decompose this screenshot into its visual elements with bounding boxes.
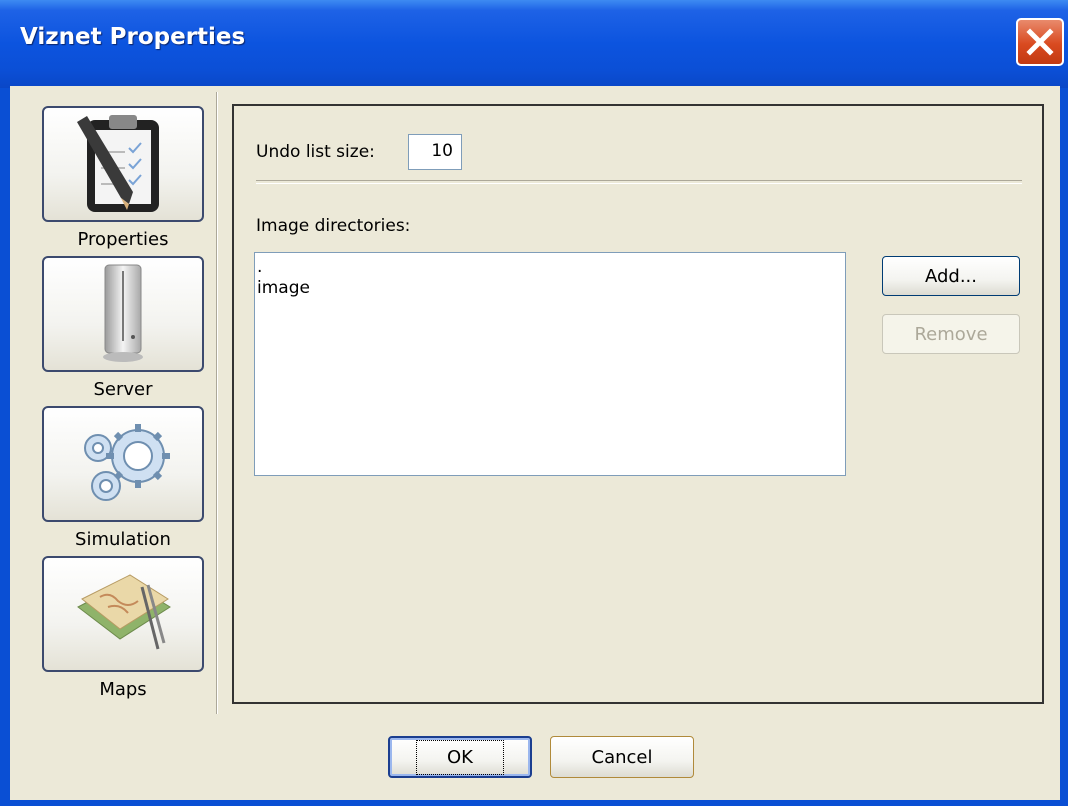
map-icon xyxy=(77,574,171,650)
server-tower-icon xyxy=(103,264,143,362)
cancel-button[interactable]: Cancel xyxy=(550,736,694,778)
close-icon xyxy=(1026,28,1054,56)
sidebar-item-server[interactable]: Server xyxy=(42,256,206,400)
image-directories-label: Image directories: xyxy=(256,216,411,236)
maps-button[interactable] xyxy=(42,556,204,672)
dialog-body: Properties Server Simulation Maps Undo l… xyxy=(10,86,1060,800)
sidebar-item-label: Maps xyxy=(99,679,147,700)
image-directories-list[interactable]: . image xyxy=(254,252,846,476)
simulation-button[interactable] xyxy=(42,406,204,522)
sidebar-item-label: Properties xyxy=(77,229,169,250)
sidebar-item-maps[interactable]: Maps xyxy=(42,556,206,700)
undo-size-label: Undo list size: xyxy=(256,142,375,162)
sidebar-item-simulation[interactable]: Simulation xyxy=(42,406,206,550)
window-title: Viznet Properties xyxy=(20,24,246,50)
ok-button[interactable]: OK xyxy=(388,736,532,778)
dialog-window: Viznet Properties Properties Server Simu… xyxy=(0,0,1068,806)
separator xyxy=(256,180,1022,184)
sidebar-divider xyxy=(216,92,218,714)
settings-panel: Undo list size: 10 Image directories: . … xyxy=(232,104,1044,704)
add-button[interactable]: Add... xyxy=(882,256,1020,296)
server-button[interactable] xyxy=(42,256,204,372)
sidebar-item-label: Server xyxy=(93,379,153,400)
undo-size-input[interactable]: 10 xyxy=(408,134,462,170)
close-button[interactable] xyxy=(1016,18,1064,66)
clipboard-pencil-icon xyxy=(77,115,159,212)
list-item[interactable]: image xyxy=(257,278,843,299)
sidebar-item-label: Simulation xyxy=(75,529,171,550)
ok-button-label: OK xyxy=(416,739,504,775)
title-bar[interactable]: Viznet Properties xyxy=(0,0,1068,88)
gears-icon xyxy=(84,424,170,501)
sidebar-item-properties[interactable]: Properties xyxy=(42,106,206,250)
list-item[interactable]: . xyxy=(257,257,843,278)
remove-button[interactable]: Remove xyxy=(882,314,1020,354)
properties-button[interactable] xyxy=(42,106,204,222)
